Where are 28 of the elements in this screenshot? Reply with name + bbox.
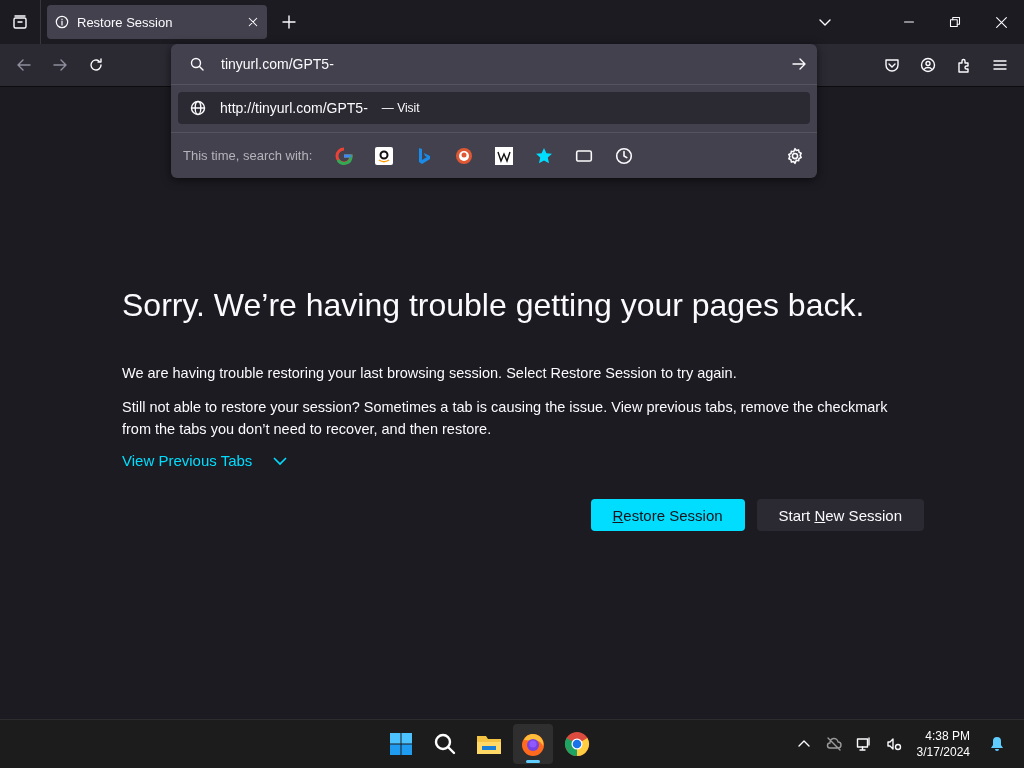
firefox-icon xyxy=(519,731,546,757)
search-with-label: This time, search with: xyxy=(183,148,313,163)
settings-icon[interactable] xyxy=(785,145,805,166)
browser-tab[interactable]: Restore Session xyxy=(47,5,267,39)
google-icon[interactable] xyxy=(334,145,355,166)
search-icon xyxy=(432,732,457,756)
url-suggestion[interactable]: http://tinyurl.com/GPT5- — Visit xyxy=(178,92,810,124)
taskbar-app[interactable] xyxy=(512,724,553,764)
go-arrow-icon[interactable] xyxy=(791,56,807,72)
windows-logo-icon xyxy=(388,732,413,756)
clock[interactable]: 4:38 PM 3/17/2024 xyxy=(916,728,970,760)
error-paragraph: We are having trouble restoring your last browsing session. Select Restore Session to try again. xyxy=(122,364,738,383)
view-previous-tabs-toggle[interactable]: View Previous Tabs xyxy=(122,452,289,469)
close-icon[interactable] xyxy=(247,16,259,28)
active-indicator xyxy=(525,760,540,763)
restore-session-button[interactable]: Restore Session xyxy=(590,499,745,531)
clock-icon[interactable] xyxy=(614,145,635,166)
info-icon xyxy=(55,15,69,29)
start-new-session-button[interactable]: Start New Session xyxy=(756,499,924,531)
chrome-icon xyxy=(563,731,590,757)
globe-icon xyxy=(190,100,206,116)
amazon-icon[interactable] xyxy=(374,145,395,166)
error-heading: Sorry. We’re having trouble getting your pages back. xyxy=(122,287,866,324)
error-paragraph: Still not able to restore your session? Sometimes a tab is causing the issue. View previous tabs, remove the checkmark from the tabs you don’t need to recover, and then restore. xyxy=(122,398,889,439)
search-icon xyxy=(189,56,205,72)
wikipedia-icon[interactable] xyxy=(494,145,515,166)
folder-icon xyxy=(475,733,502,755)
duckduckgo-icon[interactable] xyxy=(454,145,475,166)
